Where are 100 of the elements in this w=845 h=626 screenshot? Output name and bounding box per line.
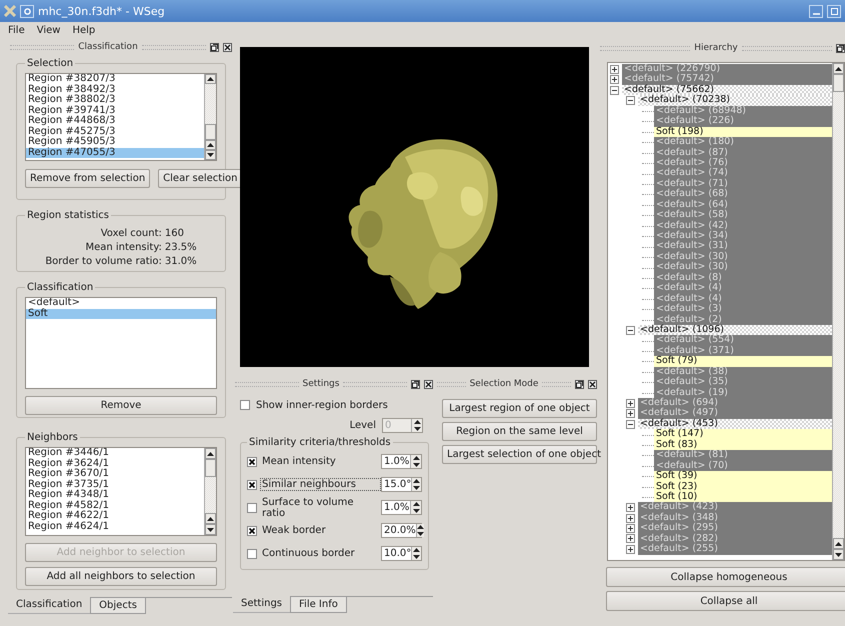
tree-item[interactable]: Soft (10) [654,492,832,502]
checkbox[interactable] [240,400,250,410]
action-button[interactable]: Clear selection [158,169,242,188]
collapse-icon[interactable] [626,326,635,335]
tree-item[interactable]: Soft (23) [654,482,832,492]
float-button[interactable] [575,380,584,388]
scroll-up-button[interactable] [205,140,216,150]
menu-item[interactable]: File [7,24,26,36]
list-item[interactable]: Region #4624/1 [26,522,204,532]
checkbox-label[interactable]: Weak border [260,524,381,537]
arrow-up-icon [207,516,214,520]
collapse-icon[interactable] [610,86,619,95]
expand-icon[interactable] [626,409,635,418]
tree-item[interactable]: <default> (70238) [638,95,832,106]
tree-item[interactable]: <default> (453) [638,418,832,430]
list-item[interactable]: Region #38802/3 [26,95,204,106]
tree-item[interactable]: Soft (198) [654,126,832,138]
spin-box[interactable]: 1.0% [381,454,422,469]
tree-item[interactable]: Soft (147) [654,429,832,440]
expand-icon[interactable] [626,398,635,408]
mode-button[interactable]: Largest region of one object [442,399,597,418]
checkbox[interactable] [247,526,257,536]
action-button[interactable]: Add all neighbors to selection [25,567,217,586]
list-item[interactable]: Region #45905/3 [26,137,204,148]
list-item[interactable]: Region #4582/1 [26,500,204,511]
expand-icon[interactable] [626,534,635,544]
window-menu-button[interactable] [20,4,34,18]
tree-item[interactable]: <default> (1096) [638,324,832,336]
collapse-icon[interactable] [626,96,635,106]
collapse-button[interactable]: Collapse all [606,591,845,611]
action-button[interactable]: Remove from selection [25,169,150,188]
checkbox-label[interactable]: Surface to volume ratio [260,496,381,520]
checkbox-label[interactable]: Show inner-region borders [254,398,390,412]
collapse-button[interactable]: Collapse homogeneous [606,567,845,587]
list-item[interactable]: Region #39741/3 [26,106,204,116]
float-button[interactable] [210,42,219,52]
checkbox[interactable] [247,548,257,558]
list-item[interactable]: Soft [26,308,216,319]
tab[interactable]: Objects [90,598,146,614]
scroll-thumb[interactable] [205,124,216,140]
scroll-down-button[interactable] [205,524,216,535]
scrollbar[interactable] [204,74,216,160]
list-item[interactable]: Region #45275/3 [26,126,204,137]
spin-box[interactable]: 20.0% [381,523,422,538]
tree-view[interactable] [607,62,845,561]
list-item[interactable]: Region #4348/1 [26,490,204,500]
checkbox[interactable] [247,480,257,490]
menu-item[interactable]: Help [71,24,96,36]
checkbox[interactable] [247,456,257,466]
list-item[interactable]: Region #3624/1 [26,458,204,469]
menu-item[interactable]: View [36,24,62,36]
mode-button[interactable]: Region on the same level [442,422,597,441]
list-item[interactable]: Region #47055/3 [26,148,204,158]
list-item[interactable]: Region #4622/1 [26,511,204,522]
expand-icon[interactable] [626,524,635,533]
tree-item[interactable]: Soft (79) [654,356,832,367]
close-button[interactable] [424,380,434,388]
tab[interactable]: File Info [290,597,347,613]
list-item[interactable]: Region #3670/1 [26,469,204,480]
minimize-button[interactable] [809,4,823,18]
scroll-up-button[interactable] [205,513,216,524]
list-item[interactable]: Region #44868/3 [26,116,204,126]
expand-icon[interactable] [626,503,635,512]
float-button[interactable] [411,380,420,388]
checkbox-label[interactable]: Continuous border [260,547,381,560]
group-title: Similarity criteria/thresholds [248,437,392,448]
scroll-down-button[interactable] [205,150,216,160]
scroll-thumb[interactable] [833,74,844,92]
expand-icon[interactable] [610,64,619,74]
close-button[interactable] [588,380,598,388]
checkbox-label[interactable]: Mean intensity [260,455,381,468]
tree-item[interactable]: Soft (39) [654,471,832,482]
expand-icon[interactable] [626,544,635,554]
scroll-up-button[interactable] [205,74,216,84]
scrollbar[interactable] [832,63,844,560]
close-button[interactable] [223,42,232,52]
list-item[interactable]: Region #38492/3 [26,84,204,95]
scroll-up-button[interactable] [833,538,844,549]
tab[interactable]: Settings [233,596,290,613]
expand-icon[interactable] [610,75,619,84]
scrollbar[interactable] [204,448,216,535]
collapse-icon[interactable] [626,420,635,429]
scroll-thumb[interactable] [205,459,216,477]
tree-item[interactable]: <default> (75662) [622,84,832,96]
maximize-button[interactable] [827,4,841,18]
float-button[interactable] [836,44,845,52]
spin-box[interactable]: 10.0° [381,546,422,561]
tab[interactable]: Classification [8,597,90,614]
checkbox[interactable] [247,502,257,512]
spin-box[interactable]: 1.0% [381,500,422,515]
remove-button[interactable]: Remove [25,396,217,415]
scroll-down-button[interactable] [833,549,844,560]
list-item[interactable]: Region #3735/1 [26,480,204,490]
scroll-up-button[interactable] [833,63,844,74]
group-title: Selection [26,58,74,69]
tree-item[interactable]: Soft (83) [654,440,832,450]
expand-icon[interactable] [626,514,635,523]
scroll-up-button[interactable] [205,448,216,459]
spin-box[interactable]: 15.0° [381,477,422,492]
checkbox-label[interactable]: Similar neighbours [260,478,381,491]
